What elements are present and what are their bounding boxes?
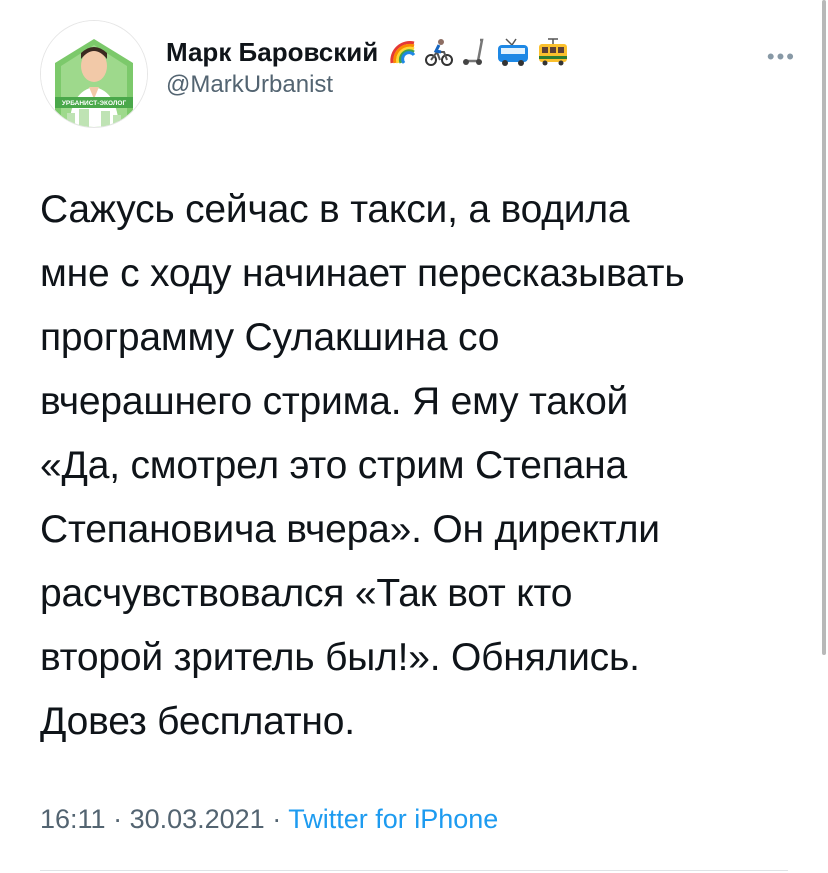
tweet-time[interactable]: 16:11 (40, 804, 106, 834)
trolleybus-icon (498, 38, 529, 66)
tweet-meta: 16:11 · 30.03.2021 · Twitter for iPhone (40, 804, 498, 835)
avatar-image: УРБАНИСТ-ЭКОЛОГ (41, 21, 147, 127)
scrollbar[interactable] (822, 0, 826, 655)
user-names: Марк Баровский @MarkUrbanist (166, 36, 570, 100)
tweet-source-link[interactable]: Twitter for iPhone (288, 804, 498, 834)
meta-separator-2: · (264, 804, 289, 834)
tram-icon (539, 38, 568, 66)
meta-separator: · (105, 804, 130, 834)
more-options-icon[interactable]: ••• (767, 44, 796, 70)
display-name-row[interactable]: Марк Баровский (166, 36, 570, 68)
cyclist-icon (425, 39, 454, 66)
avatar[interactable]: УРБАНИСТ-ЭКОЛОГ (40, 20, 148, 128)
user-handle[interactable]: @MarkUrbanist (166, 70, 570, 100)
tweet-header: УРБАНИСТ-ЭКОЛОГ Марк Баровский @MarkUrba… (40, 18, 800, 128)
scooter-icon (463, 38, 484, 65)
divider (40, 870, 788, 871)
name-emojis (388, 37, 570, 67)
display-name[interactable]: Марк Баровский (166, 36, 378, 68)
tweet-date[interactable]: 30.03.2021 (130, 804, 265, 834)
tweet-text: Сажусь сейчас в такси, а водила мне с хо… (40, 188, 685, 743)
rainbow-icon (390, 41, 416, 64)
avatar-caption: УРБАНИСТ-ЭКОЛОГ (62, 100, 127, 107)
